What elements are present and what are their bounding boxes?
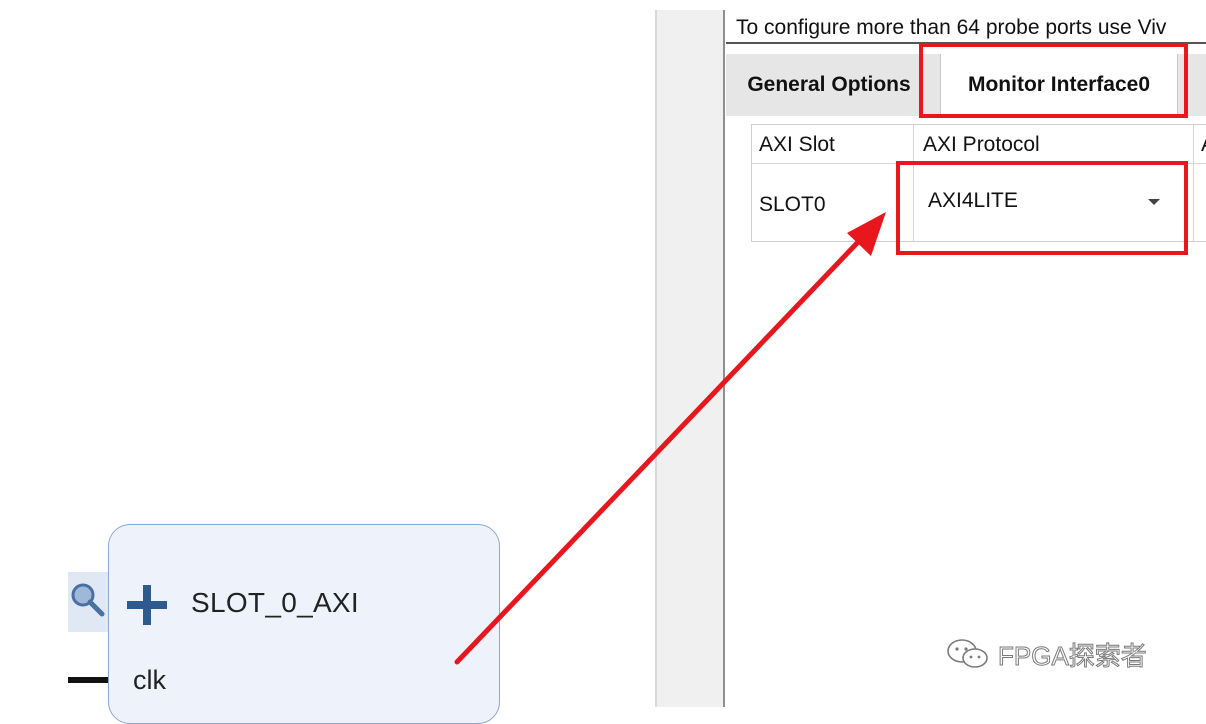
- zoom-icon[interactable]: [68, 572, 108, 632]
- info-text: To configure more than 64 probe ports us…: [736, 16, 1167, 39]
- watermark-text: FPGA探索者: [998, 640, 1148, 671]
- table-header: AXI Slot AXI Protocol A: [752, 125, 1206, 164]
- panel-left-gutter: [655, 10, 725, 707]
- slot-table: AXI Slot AXI Protocol A SLOT0 AXI4LITE: [751, 124, 1206, 242]
- cell-slot: SLOT0: [759, 193, 826, 216]
- axi-protocol-select[interactable]: AXI4LITE: [914, 169, 1194, 231]
- header-partial: A: [1201, 125, 1206, 163]
- chevron-down-icon[interactable]: [1148, 199, 1160, 205]
- info-divider: [726, 42, 1206, 44]
- plus-icon[interactable]: [125, 583, 169, 627]
- header-axi-protocol: AXI Protocol: [923, 133, 1040, 156]
- tab-monitor-interface0[interactable]: Monitor Interface0: [940, 54, 1178, 116]
- watermark: FPGA探索者: [946, 634, 1147, 674]
- axi-slot-block[interactable]: SLOT_0_AXI clk: [108, 524, 500, 724]
- tab-general-options[interactable]: General Options: [726, 54, 926, 116]
- port-label-clk: clk: [133, 665, 166, 695]
- wechat-icon: [947, 639, 988, 668]
- header-axi-slot: AXI Slot: [759, 133, 835, 156]
- clk-port-wire: [68, 677, 108, 683]
- block-title: SLOT_0_AXI: [191, 587, 359, 618]
- axi-protocol-value: AXI4LITE: [928, 189, 1018, 212]
- tab-bar: General Options Monitor Interface0: [726, 54, 1206, 116]
